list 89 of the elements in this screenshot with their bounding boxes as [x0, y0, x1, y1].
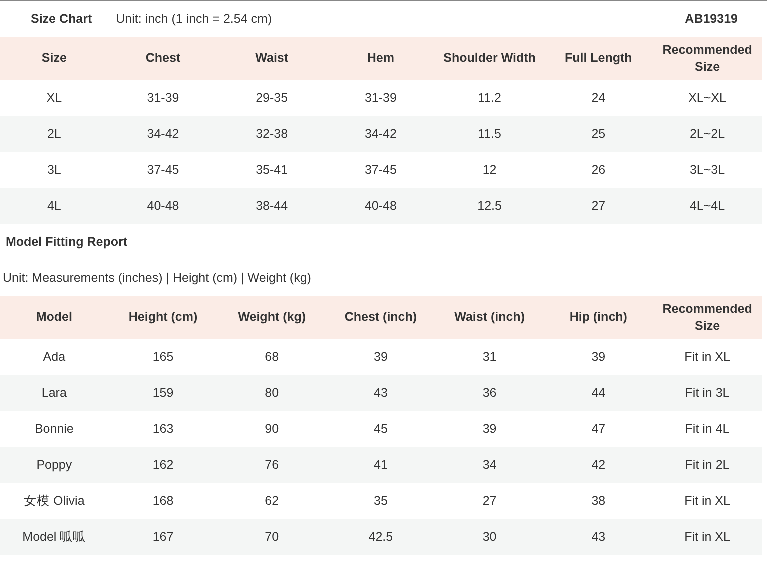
table-cell: 12 — [435, 152, 544, 188]
column-header: Recommended Size — [653, 37, 762, 80]
table-cell: 31-39 — [108, 80, 218, 116]
column-header: Hip (inch) — [544, 296, 654, 339]
table-cell: Fit in XL — [653, 339, 762, 375]
table-cell: 90 — [218, 411, 327, 447]
table-cell: 女模 Olivia — [0, 483, 109, 519]
table-cell: 4L~4L — [653, 188, 762, 224]
column-header: Waist — [218, 37, 327, 80]
table-cell: 2L~2L — [653, 116, 762, 152]
table-cell: XL~XL — [653, 80, 762, 116]
table-cell: 38 — [544, 483, 654, 519]
table-cell: 31-39 — [326, 80, 436, 116]
product-code: AB19319 — [685, 10, 738, 28]
table-cell: 37-45 — [326, 152, 436, 188]
table-cell: 162 — [108, 447, 218, 483]
column-header: Chest (inch) — [326, 296, 436, 339]
table-cell: 40-48 — [108, 188, 218, 224]
table-cell: 159 — [108, 375, 218, 411]
table-cell: 27 — [435, 483, 544, 519]
unit-note: Unit: Measurements (inches) | Height (cm) | Weight (kg) — [2, 270, 312, 287]
column-header: Model — [0, 296, 109, 339]
column-header: Height (cm) — [108, 296, 218, 339]
table-cell: 41 — [326, 447, 436, 483]
table-cell: 36 — [435, 375, 544, 411]
table-cell: 163 — [108, 411, 218, 447]
table-cell: 39 — [544, 339, 654, 375]
column-header: Size — [0, 37, 109, 80]
table-cell: 44 — [544, 375, 654, 411]
table-cell: 43 — [544, 519, 654, 555]
table-cell: XL — [0, 80, 109, 116]
table-cell: Fit in XL — [653, 483, 762, 519]
table-cell: 47 — [544, 411, 654, 447]
table-cell: 27 — [544, 188, 654, 224]
table-cell: 4L — [0, 188, 109, 224]
table-cell: 26 — [544, 152, 654, 188]
column-header: Full Length — [544, 37, 654, 80]
column-header: Recommended Size — [653, 296, 762, 339]
column-header: Waist (inch) — [435, 296, 544, 339]
table-cell: 34-42 — [108, 116, 218, 152]
table-cell: Poppy — [0, 447, 109, 483]
table-cell: 11.2 — [435, 80, 544, 116]
table-cell: 62 — [218, 483, 327, 519]
table-cell: 34 — [435, 447, 544, 483]
table-cell: 42.5 — [326, 519, 436, 555]
section-title: Model Fitting Report — [5, 234, 129, 251]
table-cell: 76 — [218, 447, 327, 483]
table-cell: 70 — [218, 519, 327, 555]
table-cell: 45 — [326, 411, 436, 447]
table-cell: 31 — [435, 339, 544, 375]
table-cell: 35 — [326, 483, 436, 519]
table-cell: 39 — [326, 339, 436, 375]
table-cell: 168 — [108, 483, 218, 519]
table-cell: 32-38 — [218, 116, 327, 152]
table-cell: Bonnie — [0, 411, 109, 447]
column-header: Hem — [326, 37, 436, 80]
table-cell: Fit in 4L — [653, 411, 762, 447]
column-header: Chest — [108, 37, 218, 80]
table-cell: Fit in XL — [653, 519, 762, 555]
table-cell: Ada — [0, 339, 109, 375]
table-cell: Model 呱呱 — [0, 519, 109, 555]
table-cell: Fit in 2L — [653, 447, 762, 483]
table-cell: 29-35 — [218, 80, 327, 116]
table-cell: 80 — [218, 375, 327, 411]
table-cell: 3L~3L — [653, 152, 762, 188]
chart-title: Size Chart — [31, 10, 92, 28]
table-cell: 167 — [108, 519, 218, 555]
table-cell: 24 — [544, 80, 654, 116]
table-cell: Fit in 3L — [653, 375, 762, 411]
table-cell: 25 — [544, 116, 654, 152]
unit-note: Unit: inch (1 inch = 2.54 cm) — [116, 10, 272, 28]
table-cell: 11.5 — [435, 116, 544, 152]
table-cell: 43 — [326, 375, 436, 411]
table-cell: 3L — [0, 152, 109, 188]
table-cell: 39 — [435, 411, 544, 447]
table-cell: 2L — [0, 116, 109, 152]
table-cell: 30 — [435, 519, 544, 555]
table-cell: 40-48 — [326, 188, 436, 224]
table-cell: 37-45 — [108, 152, 218, 188]
column-header: Shoulder Width — [435, 37, 544, 80]
table-cell: 42 — [544, 447, 654, 483]
table-cell: 35-41 — [218, 152, 327, 188]
table-cell: 165 — [108, 339, 218, 375]
table-cell: 68 — [218, 339, 327, 375]
table-cell: Lara — [0, 375, 109, 411]
column-header: Weight (kg) — [218, 296, 327, 339]
table-cell: 12.5 — [435, 188, 544, 224]
table-cell: 34-42 — [326, 116, 436, 152]
table-cell: 38-44 — [218, 188, 327, 224]
